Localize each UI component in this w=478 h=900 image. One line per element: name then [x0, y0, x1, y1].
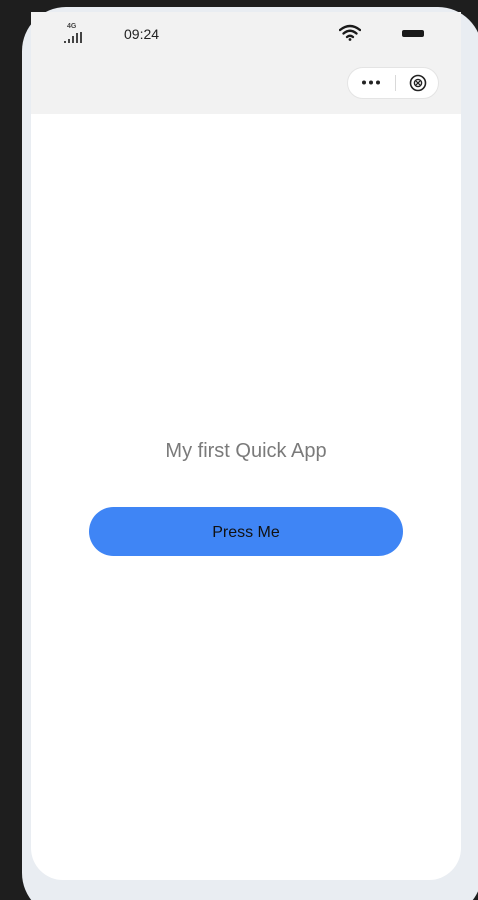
- top-area: 4G 09:24: [31, 12, 461, 114]
- phone-screen: 4G 09:24 My first Quick App Press Me: [31, 12, 461, 880]
- close-circle-icon: [409, 74, 427, 92]
- more-button[interactable]: [348, 68, 395, 98]
- status-time: 09:24: [124, 26, 160, 42]
- wifi-icon: [338, 24, 362, 46]
- menu-capsule: [347, 67, 439, 99]
- network-type: 4G: [67, 23, 77, 30]
- press-me-button[interactable]: Press Me: [89, 507, 403, 556]
- close-button[interactable]: [396, 68, 439, 98]
- more-icon: [362, 80, 380, 85]
- signal-icon: 4G: [64, 23, 90, 45]
- app-title: My first Quick App: [165, 440, 327, 462]
- battery-icon: [402, 30, 424, 37]
- signal-bars: [64, 32, 82, 43]
- simulator-stage: 4G 09:24 My first Quick App Press Me: [0, 0, 478, 900]
